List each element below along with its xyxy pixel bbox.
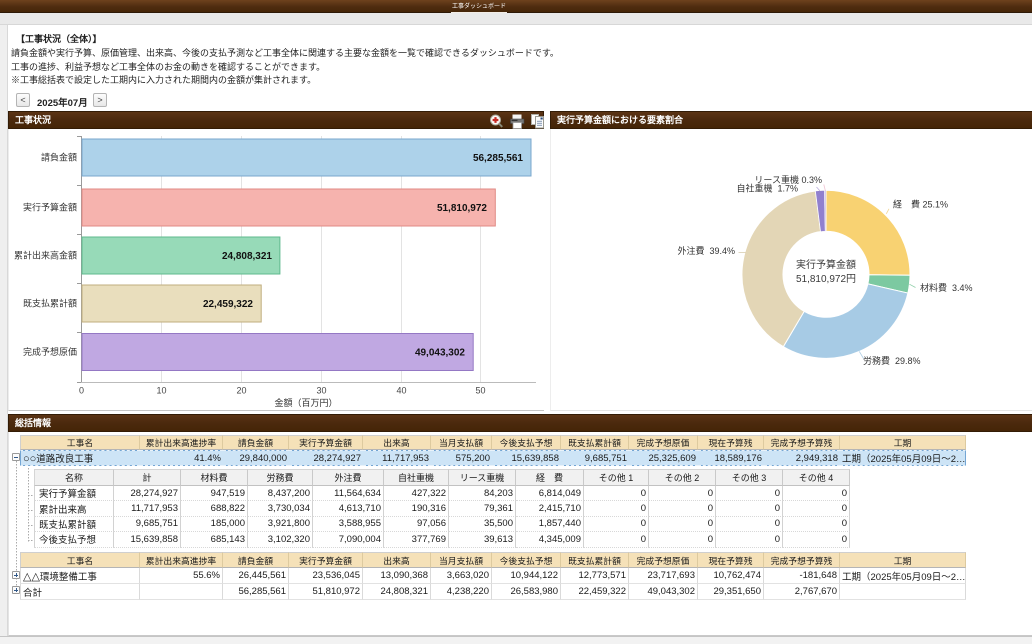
svg-text:24,808,321: 24,808,321 [222, 251, 272, 262]
svg-text:40: 40 [396, 386, 406, 396]
svg-text:累計出来高金額: 累計出来高金額 [14, 250, 77, 261]
svg-text:56,285,561: 56,285,561 [473, 153, 523, 164]
svg-text:完成予想原価: 完成予想原価 [23, 346, 77, 357]
svg-text:実行予算金額: 実行予算金額 [796, 258, 856, 271]
svg-text:50: 50 [475, 386, 485, 396]
svg-text:51,810,972円: 51,810,972円 [796, 274, 856, 285]
svg-text:0: 0 [79, 386, 84, 396]
svg-text:実行予算金額: 実行予算金額 [23, 202, 77, 213]
svg-text:既支払累計額: 既支払累計額 [23, 298, 77, 309]
svg-text:20: 20 [236, 386, 246, 396]
svg-text:49,043,302: 49,043,302 [415, 348, 465, 359]
svg-text:10: 10 [156, 386, 166, 396]
svg-text:金額（百万円）: 金額（百万円） [274, 397, 337, 408]
svg-text:自社重機 1.7%: 自社重機 1.7% [736, 183, 798, 194]
svg-text:外注費 39.4%: 外注費 39.4% [677, 245, 735, 256]
svg-text:経 費 25.1%: 経 費 25.1% [893, 199, 948, 210]
svg-text:材料費 3.4%: 材料費 3.4% [920, 282, 973, 293]
svg-text:22,459,322: 22,459,322 [203, 299, 253, 310]
svg-text:請負金額: 請負金額 [41, 152, 77, 163]
svg-text:30: 30 [316, 386, 326, 396]
svg-text:51,810,972: 51,810,972 [437, 203, 487, 214]
svg-text:労務費 29.8%: 労務費 29.8% [863, 355, 921, 366]
